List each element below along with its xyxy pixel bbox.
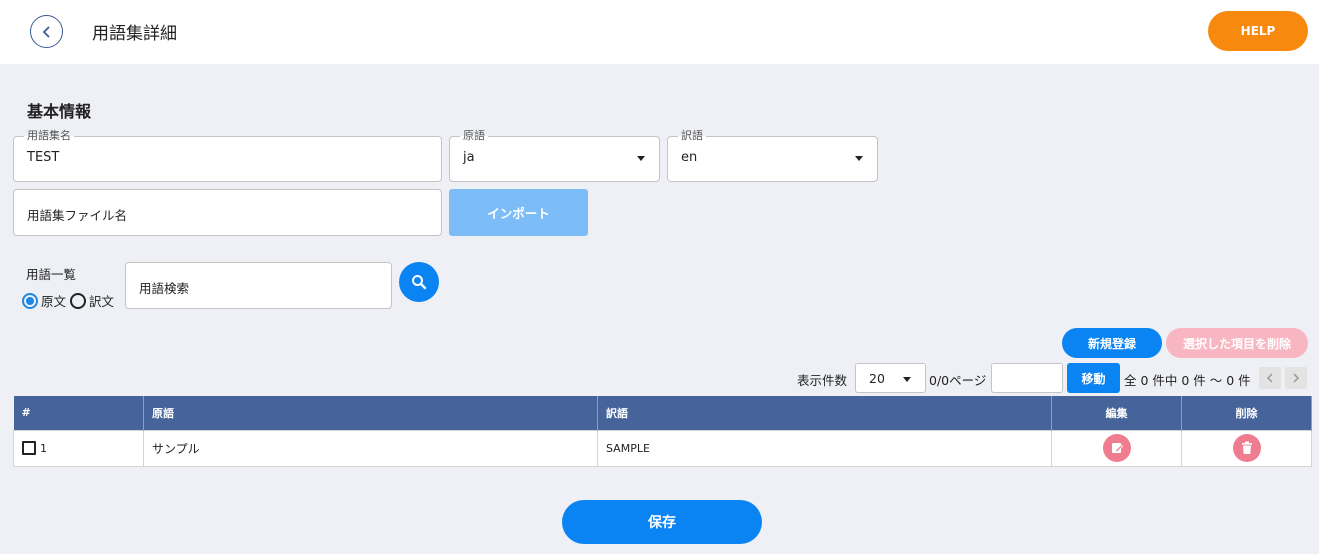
- section-title-basic-info: 基本情報: [27, 102, 92, 121]
- source-language-value: ja: [463, 150, 475, 165]
- next-page-button[interactable]: [1285, 367, 1307, 389]
- radio-source[interactable]: [22, 292, 38, 309]
- new-term-button[interactable]: 新規登録: [1062, 328, 1162, 358]
- caret-down-icon: [855, 156, 863, 161]
- page-number-input[interactable]: [991, 363, 1063, 393]
- row-edit-cell: [1051, 429, 1182, 467]
- prev-page-button[interactable]: [1259, 367, 1281, 389]
- search-button[interactable]: [399, 262, 439, 302]
- total-info: 全 0 件中 0 件 ～ 0 件: [1124, 373, 1251, 388]
- row-source: サンプル: [143, 429, 598, 467]
- glossary-name-field[interactable]: 用語集名 TEST: [13, 129, 442, 182]
- glossary-file-placeholder: 用語集ファイル名: [27, 208, 128, 223]
- radio-target-label: 訳文: [89, 294, 115, 309]
- col-header-target: 訳語: [597, 396, 1052, 430]
- col-header-delete: 削除: [1181, 396, 1312, 430]
- back-button[interactable]: [30, 15, 63, 48]
- app-header: 用語集詳細 HELP: [0, 0, 1319, 64]
- source-language-select[interactable]: 原語 ja: [449, 129, 660, 182]
- target-language-select[interactable]: 訳語 en: [667, 129, 878, 182]
- trash-icon: [1241, 441, 1252, 454]
- caret-down-icon: [903, 377, 911, 382]
- save-button[interactable]: 保存: [562, 500, 762, 544]
- edit-icon: [1111, 443, 1123, 453]
- delete-selected-button[interactable]: 選択した項目を削除: [1166, 328, 1308, 358]
- per-page-label: 表示件数: [797, 373, 848, 388]
- move-button[interactable]: 移動: [1067, 363, 1120, 393]
- search-target-radio-group: 原文 訳文: [22, 291, 114, 310]
- page-info: 0/0ページ: [929, 373, 987, 388]
- glossary-file-input[interactable]: 用語集ファイル名: [13, 189, 442, 236]
- target-language-label: 訳語: [678, 129, 706, 143]
- table-row: 1 サンプル SAMPLE: [13, 429, 1312, 467]
- chevron-left-icon: [1266, 373, 1273, 383]
- row-delete-cell: [1181, 429, 1312, 467]
- chevron-right-icon: [1293, 373, 1300, 383]
- term-search-input[interactable]: 用語検索: [125, 262, 392, 309]
- search-icon: [412, 275, 427, 290]
- page-title: 用語集詳細: [92, 24, 177, 44]
- row-num-cell: 1: [13, 429, 144, 467]
- term-table: # 原語 訳語 編集 削除 1 サンプル SAMPLE: [13, 396, 1312, 467]
- row-num: 1: [40, 441, 47, 455]
- help-button[interactable]: HELP: [1208, 11, 1308, 51]
- col-header-num: #: [13, 396, 144, 430]
- radio-target[interactable]: [70, 292, 87, 309]
- row-checkbox[interactable]: [22, 441, 36, 456]
- per-page-value: 20: [869, 371, 885, 386]
- table-header-row: # 原語 訳語 編集 削除: [13, 396, 1312, 430]
- glossary-name-label: 用語集名: [24, 129, 74, 143]
- import-button[interactable]: インポート: [449, 189, 588, 236]
- radio-source-label: 原文: [41, 294, 67, 309]
- target-language-value: en: [681, 150, 698, 165]
- source-language-label: 原語: [460, 129, 488, 143]
- edit-button[interactable]: [1102, 434, 1131, 462]
- per-page-select[interactable]: 20: [855, 363, 926, 393]
- glossary-name-value: TEST: [27, 150, 60, 165]
- delete-button[interactable]: [1232, 434, 1261, 462]
- col-header-edit: 編集: [1051, 396, 1182, 430]
- row-target: SAMPLE: [597, 429, 1052, 467]
- col-header-source: 原語: [143, 396, 598, 430]
- caret-down-icon: [637, 156, 645, 161]
- term-list-label: 用語一覧: [26, 267, 77, 282]
- chevron-left-icon: [42, 25, 50, 38]
- term-search-placeholder: 用語検索: [139, 281, 190, 296]
